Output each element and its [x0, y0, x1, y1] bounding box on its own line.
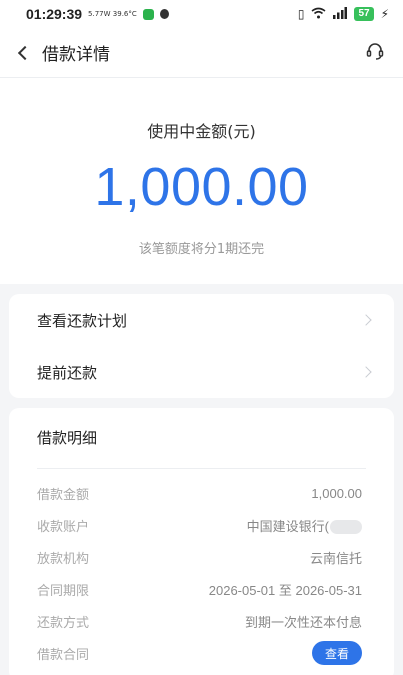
detail-label: 放款机构: [37, 551, 90, 567]
signal-icon: [333, 6, 348, 22]
masked-account-number: [330, 520, 362, 535]
detail-title: 借款明细: [37, 429, 98, 447]
vibrate-icon: ▯: [297, 7, 305, 21]
status-left: 01:29:39 5.77W 39.6°C: [26, 6, 169, 22]
status-right: ▯ 57 ⚡: [297, 6, 389, 22]
detail-value: 到期一次性还本付息: [244, 614, 362, 630]
detail-row-lender: 放款机构 云南信托: [9, 541, 394, 573]
detail-value: 2026-05-01 至 2026-05-31: [208, 582, 362, 598]
charging-icon: ⚡: [380, 7, 389, 21]
early-repayment-row[interactable]: 提前还款: [9, 346, 394, 398]
loan-summary: 使用中金额(元) 1,000.00 该笔额度将分1期还完: [0, 78, 403, 284]
network-speed: 5.77W 39.6°C: [88, 10, 137, 18]
amount-label: 使用中金额(元): [147, 122, 256, 141]
wechat-icon: [142, 8, 154, 20]
detail-label: 借款金额: [37, 487, 90, 503]
detail-row-amount: 借款金额 1,000.00: [9, 477, 394, 509]
customer-service-icon[interactable]: [365, 41, 385, 65]
installment-note: 该笔额度将分1期还完: [138, 242, 265, 257]
qq-icon: [159, 9, 169, 19]
detail-value-account: 中国建设银行(: [247, 516, 362, 535]
chevron-right-icon: [360, 366, 372, 378]
amount-value: 1,000.00: [94, 157, 309, 217]
page-title: 借款详情: [42, 45, 110, 65]
detail-label: 借款合同: [37, 647, 90, 663]
detail-label: 收款账户: [37, 519, 90, 535]
loan-detail-card: 借款明细 借款金额 1,000.00 收款账户 中国建设银行( 放款机构 云南信…: [9, 408, 394, 675]
detail-value: 1,000.00: [311, 485, 362, 501]
detail-label: 还款方式: [37, 615, 90, 631]
wifi-icon: [311, 7, 326, 22]
nav-bar: 借款详情: [0, 28, 403, 78]
early-repayment-label: 提前还款: [37, 363, 98, 382]
nav-left: 借款详情: [16, 40, 110, 65]
detail-value: 云南信托: [309, 550, 362, 566]
chevron-right-icon: [360, 314, 372, 326]
view-contract-button[interactable]: 查看: [312, 641, 362, 665]
detail-row-contract: 借款合同 查看: [9, 637, 394, 669]
detail-row-method: 还款方式 到期一次性还本付息: [9, 605, 394, 637]
battery-icon: 57: [354, 7, 374, 21]
status-time: 01:29:39: [26, 6, 83, 22]
back-arrow-icon[interactable]: [17, 45, 33, 60]
repayment-plan-label: 查看还款计划: [37, 311, 128, 330]
action-card: 查看还款计划 提前还款: [9, 294, 394, 398]
detail-row-account: 收款账户 中国建设银行(: [9, 509, 394, 541]
divider: [37, 468, 366, 469]
detail-label: 合同期限: [37, 583, 90, 599]
repayment-plan-row[interactable]: 查看还款计划: [9, 294, 394, 346]
status-bar: 01:29:39 5.77W 39.6°C ▯ 57 ⚡: [0, 0, 403, 28]
detail-row-term: 合同期限 2026-05-01 至 2026-05-31: [9, 573, 394, 605]
